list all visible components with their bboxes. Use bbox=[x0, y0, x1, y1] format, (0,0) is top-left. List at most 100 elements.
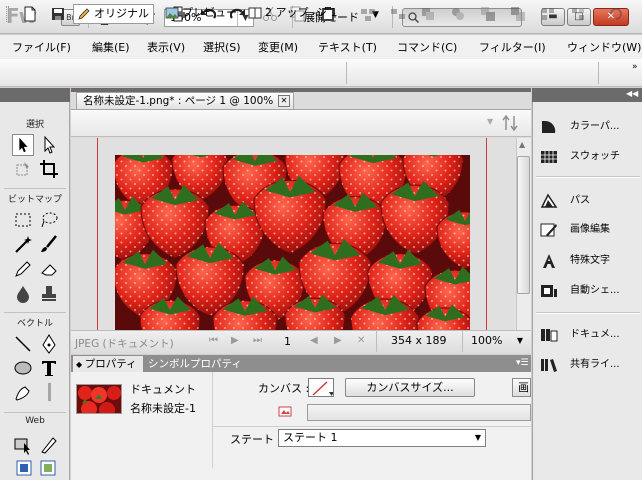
panel-swatches[interactable]: スウォッチ bbox=[540, 145, 640, 169]
tab-symbol-properties[interactable]: シンボルプロパティ bbox=[148, 356, 242, 372]
prev-frame-icon[interactable]: ◀ bbox=[310, 335, 318, 346]
panel-color-palette-label: カラーパ... bbox=[570, 121, 620, 132]
hotspot-tool-icon[interactable] bbox=[12, 434, 34, 456]
view-preview-button[interactable]: プレビュー bbox=[162, 4, 241, 24]
document-thumbnail bbox=[76, 384, 122, 414]
canvas-field[interactable] bbox=[307, 404, 531, 421]
hide-slices-icon[interactable] bbox=[16, 460, 32, 476]
search-icon bbox=[408, 12, 419, 23]
panel-menu-icon[interactable]: ▾☰ bbox=[516, 358, 529, 368]
canvas-color-swatch[interactable] bbox=[308, 378, 334, 397]
pointer-tool-icon[interactable] bbox=[12, 134, 34, 156]
strawberries-image[interactable] bbox=[115, 155, 470, 330]
lasso-tool-icon[interactable] bbox=[38, 209, 60, 231]
view-mode-bar bbox=[71, 110, 531, 137]
eraser-tool-icon[interactable] bbox=[38, 258, 60, 280]
distribute-icon[interactable] bbox=[570, 6, 586, 22]
ungroup-icon[interactable] bbox=[390, 6, 406, 22]
panel-special-characters-label: 特殊文字 bbox=[570, 255, 610, 266]
tab-properties-label: プロパティ bbox=[84, 358, 137, 370]
panel-auto-shape[interactable]: 自動シェ... bbox=[540, 279, 640, 303]
strawberries-photo bbox=[115, 155, 470, 330]
first-frame-icon[interactable]: ⏮ bbox=[209, 335, 218, 346]
pen-tool-icon[interactable] bbox=[38, 333, 60, 355]
state-select[interactable]: ステート 1 ▼ bbox=[278, 429, 486, 447]
image-preview-icon bbox=[165, 7, 179, 19]
panel-path[interactable]: パス bbox=[540, 189, 640, 213]
toolbar-overflow-icon[interactable]: » bbox=[632, 62, 638, 72]
menu-item[interactable]: コマンド(C) bbox=[397, 39, 457, 55]
menu-item[interactable]: ファイル(F) bbox=[12, 39, 71, 55]
new-document-icon[interactable] bbox=[22, 6, 38, 22]
scrollbar-thumb[interactable] bbox=[517, 156, 530, 294]
save-icon[interactable] bbox=[50, 6, 66, 22]
join-icon[interactable] bbox=[420, 6, 436, 22]
scale-tool-icon[interactable] bbox=[12, 158, 34, 180]
send-backward-icon[interactable] bbox=[510, 6, 526, 22]
panel-common-library[interactable]: 共有ライ... bbox=[540, 353, 640, 377]
play-icon[interactable]: ▶ bbox=[231, 335, 239, 346]
scroll-up-icon[interactable]: ▲ bbox=[519, 140, 525, 149]
close-tab-icon[interactable]: ✕ bbox=[278, 95, 290, 107]
last-frame-icon[interactable]: ⏭ bbox=[253, 335, 262, 346]
quick-export-icon[interactable] bbox=[502, 114, 522, 132]
stop-icon[interactable]: ✕ bbox=[357, 335, 365, 346]
main-toolbar bbox=[0, 59, 642, 87]
panel-color-palette[interactable]: カラーパ... bbox=[540, 115, 640, 139]
align-icon[interactable] bbox=[540, 6, 556, 22]
toolbar-grip[interactable] bbox=[6, 6, 9, 22]
marquee-tool-icon[interactable] bbox=[12, 209, 34, 231]
divider bbox=[212, 372, 213, 468]
bring-forward-icon[interactable] bbox=[480, 6, 496, 22]
text-tool-icon[interactable] bbox=[38, 357, 60, 379]
view-original-button[interactable]: オリジナル bbox=[73, 4, 154, 24]
canvas-size-button[interactable]: カンバスサイズ... bbox=[345, 378, 475, 397]
menu-item[interactable]: テキスト(T) bbox=[318, 39, 377, 55]
blur-tool-icon[interactable] bbox=[12, 283, 34, 305]
slice-tool-icon[interactable] bbox=[38, 434, 60, 456]
chevron-down-icon[interactable]: ▼ bbox=[487, 117, 493, 126]
collapse-panels-icon[interactable]: ◀◀ bbox=[626, 89, 638, 98]
status-zoom-value: 100% bbox=[471, 334, 503, 347]
menu-item[interactable]: 表示(V) bbox=[147, 39, 185, 55]
menu-item[interactable]: フィルター(I) bbox=[479, 39, 546, 55]
rotate-icon[interactable] bbox=[608, 6, 624, 22]
tab-properties[interactable]: ◆ プロパティ bbox=[73, 356, 143, 372]
menu-item[interactable]: ウィンドウ(W) bbox=[567, 39, 641, 55]
group-icon[interactable] bbox=[360, 6, 376, 22]
split-icon[interactable] bbox=[450, 6, 466, 22]
rubber-stamp-tool-icon[interactable] bbox=[38, 283, 60, 305]
next-frame-icon[interactable]: ▶ bbox=[334, 335, 342, 346]
special-characters-icon bbox=[543, 254, 555, 268]
ellipse-tool-icon[interactable] bbox=[12, 357, 34, 379]
panel-image-editing-label: 画像編集 bbox=[570, 224, 610, 235]
divider bbox=[213, 426, 531, 427]
panel-swatches-label: スウォッチ bbox=[570, 151, 620, 162]
menu-item[interactable]: 選択(S) bbox=[203, 39, 241, 55]
auto-shape-icon bbox=[541, 285, 557, 297]
knife-tool-icon[interactable] bbox=[38, 381, 60, 403]
image-size-button[interactable]: 画 bbox=[512, 378, 531, 397]
panel-document-library[interactable]: ドキュメ... bbox=[540, 323, 640, 347]
panel-special-characters[interactable]: 特殊文字 bbox=[540, 249, 640, 273]
freeform-tool-icon[interactable] bbox=[12, 381, 34, 403]
collapse-icon: ◆ bbox=[76, 360, 85, 369]
brush-tool-icon[interactable] bbox=[38, 233, 60, 255]
divider bbox=[536, 177, 640, 178]
guide-line bbox=[486, 138, 487, 330]
menu-item[interactable]: 編集(E) bbox=[92, 39, 130, 55]
status-zoom-select[interactable]: 100% ▼ bbox=[462, 331, 527, 352]
panel-document-library-label: ドキュメ... bbox=[570, 329, 620, 340]
color-palette-icon bbox=[542, 120, 556, 133]
show-slices-icon[interactable] bbox=[40, 460, 56, 476]
guide-line bbox=[97, 138, 98, 330]
document-tab[interactable]: 名称未設定-1.png* : ページ 1 @ 100% ✕ bbox=[76, 92, 294, 109]
menu-item[interactable]: 変更(M) bbox=[258, 39, 298, 55]
magic-wand-tool-icon[interactable] bbox=[12, 233, 34, 255]
pencil-tool-icon[interactable] bbox=[12, 258, 34, 280]
subselect-tool-icon[interactable] bbox=[38, 134, 60, 156]
line-tool-icon[interactable] bbox=[12, 333, 34, 355]
view-two-up-button[interactable]: 2 アップ -ジ 1 bbox=[245, 4, 341, 24]
panel-image-editing[interactable]: 画像編集 bbox=[540, 218, 640, 242]
crop-tool-icon[interactable] bbox=[38, 158, 60, 180]
